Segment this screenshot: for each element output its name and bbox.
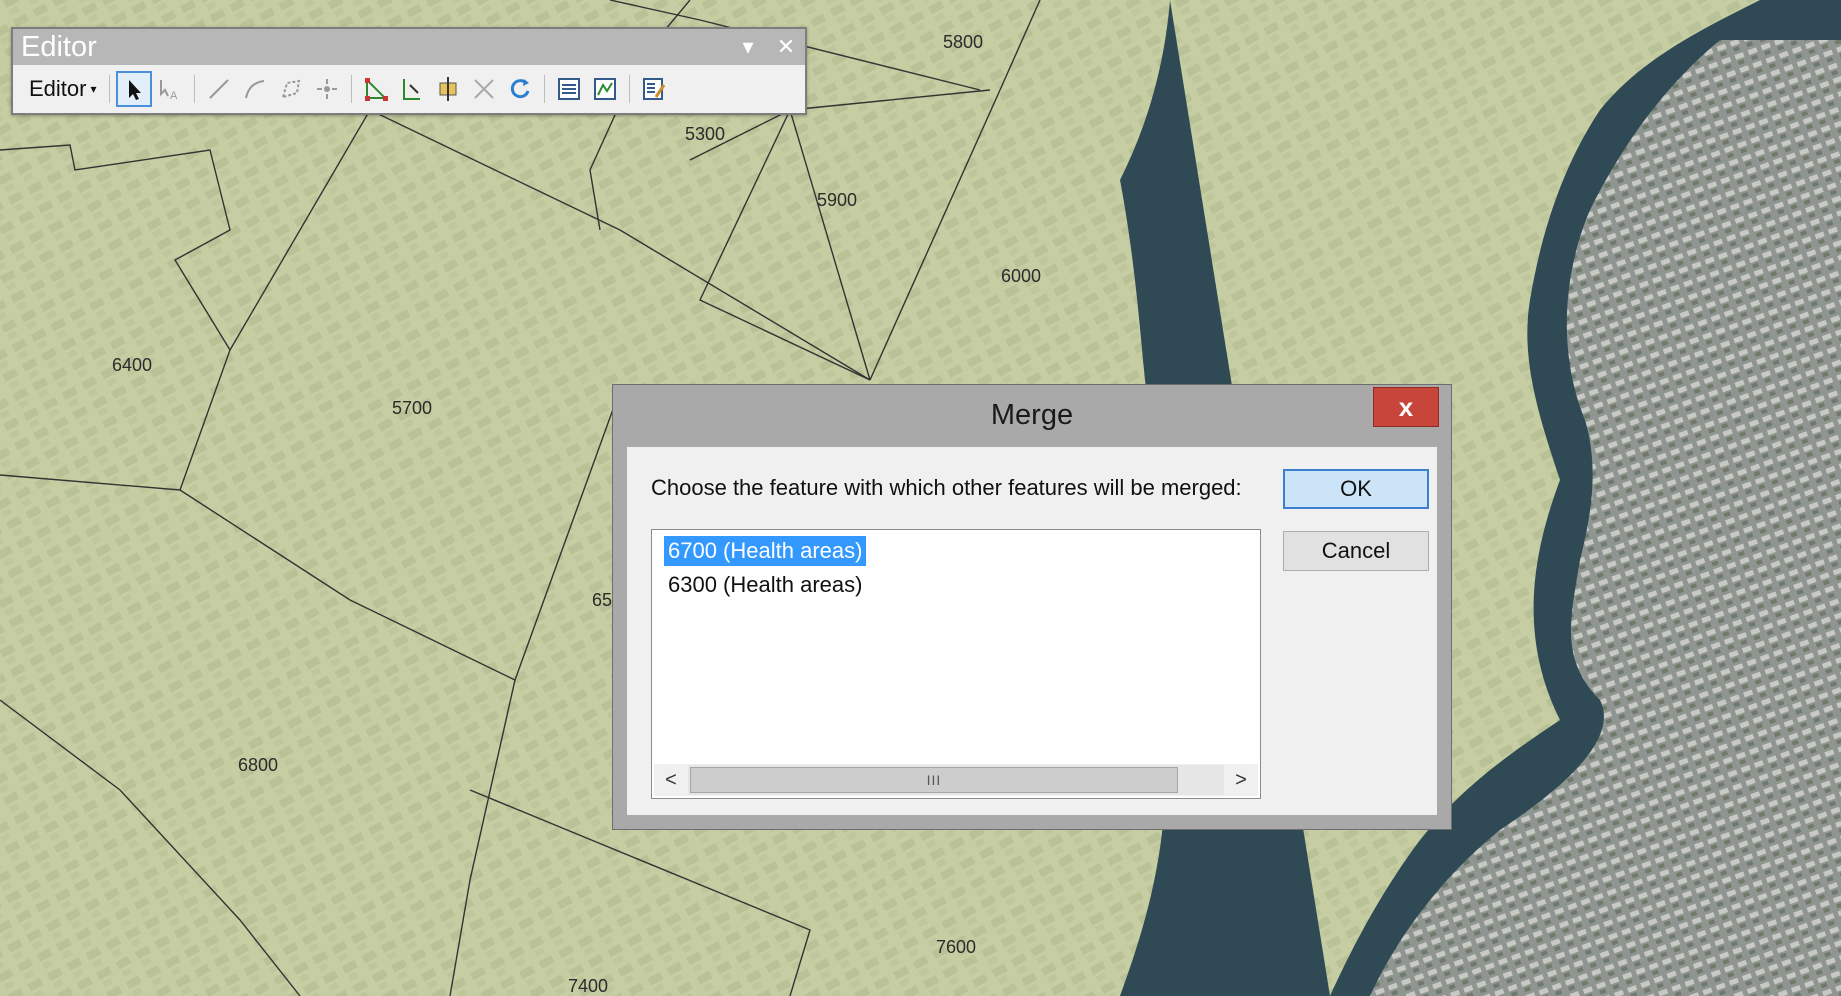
area-label: 5700 <box>392 398 432 418</box>
split-icon <box>473 79 494 99</box>
cancel-button[interactable]: Cancel <box>1283 531 1429 571</box>
area-label: 5800 <box>943 32 983 52</box>
feature-listbox[interactable]: 6700 (Health areas) 6300 (Health areas) … <box>651 529 1261 799</box>
toolbar-separator <box>543 75 545 103</box>
trace-button[interactable] <box>273 71 309 107</box>
merge-client-area: Choose the feature with which other feat… <box>627 447 1437 815</box>
merge-titlebar[interactable]: Merge x <box>613 385 1451 447</box>
end-point-arc-icon <box>244 80 264 99</box>
cut-polygons-icon <box>439 77 457 101</box>
area-label: 7600 <box>936 937 976 957</box>
editor-tools: Editor ▾ A <box>13 65 805 113</box>
attributes-icon <box>557 78 580 100</box>
trace-icon <box>281 79 300 99</box>
area-label: 65 <box>592 590 612 610</box>
merge-title: Merge <box>990 399 1074 431</box>
scroll-track[interactable]: III <box>688 765 1224 795</box>
edit-annotation-icon: A <box>159 80 178 102</box>
straight-segment-icon <box>208 79 229 99</box>
list-item[interactable]: 6300 (Health areas) <box>664 570 866 600</box>
area-label: 5300 <box>685 124 725 144</box>
toolbar-options-icon[interactable]: ▾ <box>729 34 767 60</box>
list-item[interactable]: 6700 (Health areas) <box>664 536 867 566</box>
sketch-properties-button[interactable] <box>587 71 623 107</box>
create-features-icon <box>642 78 665 100</box>
straight-segment-button[interactable] <box>201 71 237 107</box>
scroll-left-icon[interactable]: < <box>654 765 688 795</box>
scroll-thumb[interactable]: III <box>690 767 1178 793</box>
rotate-button[interactable] <box>502 71 538 107</box>
edit-annotation-button[interactable]: A <box>152 71 188 107</box>
reshape-feature-button[interactable] <box>394 71 430 107</box>
attributes-button[interactable] <box>551 71 587 107</box>
rotate-icon <box>510 79 529 99</box>
reshape-feature-icon <box>402 79 420 100</box>
editor-menu-label: Editor <box>29 76 87 101</box>
merge-prompt: Choose the feature with which other feat… <box>651 475 1242 500</box>
area-label: 6000 <box>1001 266 1041 286</box>
edit-tool-icon <box>128 80 141 100</box>
ok-button[interactable]: OK <box>1283 469 1429 509</box>
create-features-button[interactable] <box>636 71 672 107</box>
grip-icon: III <box>926 772 942 788</box>
sketch-properties-icon <box>593 78 616 100</box>
editor-toolbar[interactable]: Editor ▾ ✕ Editor ▾ A <box>11 27 807 115</box>
close-icon: x <box>1398 391 1414 422</box>
editor-titlebar[interactable]: Editor ▾ ✕ <box>13 29 805 65</box>
area-label: 6800 <box>238 755 278 775</box>
toolbar-separator <box>108 75 110 103</box>
area-label: 6400 <box>112 355 152 375</box>
editor-title: Editor <box>21 30 97 63</box>
chevron-down-icon: ▾ <box>90 82 97 96</box>
end-point-arc-button[interactable] <box>237 71 273 107</box>
split-button[interactable] <box>466 71 502 107</box>
scroll-right-icon[interactable]: > <box>1224 765 1258 795</box>
toolbar-close-icon[interactable]: ✕ <box>767 34 805 60</box>
area-label: 5900 <box>817 190 857 210</box>
editor-menu-button[interactable]: Editor ▾ <box>23 72 103 106</box>
toolbar-separator <box>628 75 630 103</box>
cut-polygons-button[interactable] <box>430 71 466 107</box>
svg-text:A: A <box>170 90 178 102</box>
edit-vertices-icon <box>364 77 388 101</box>
toolbar-separator <box>350 75 352 103</box>
point-button[interactable] <box>309 71 345 107</box>
close-button[interactable]: x <box>1373 387 1439 427</box>
horizontal-scrollbar[interactable]: < III > <box>654 764 1258 796</box>
merge-dialog[interactable]: Merge x Choose the feature with which ot… <box>612 384 1452 830</box>
area-label: 7400 <box>568 976 608 996</box>
point-icon <box>316 79 337 99</box>
toolbar-separator <box>193 75 195 103</box>
edit-tool-button[interactable] <box>115 71 152 107</box>
edit-vertices-button[interactable] <box>358 71 394 107</box>
